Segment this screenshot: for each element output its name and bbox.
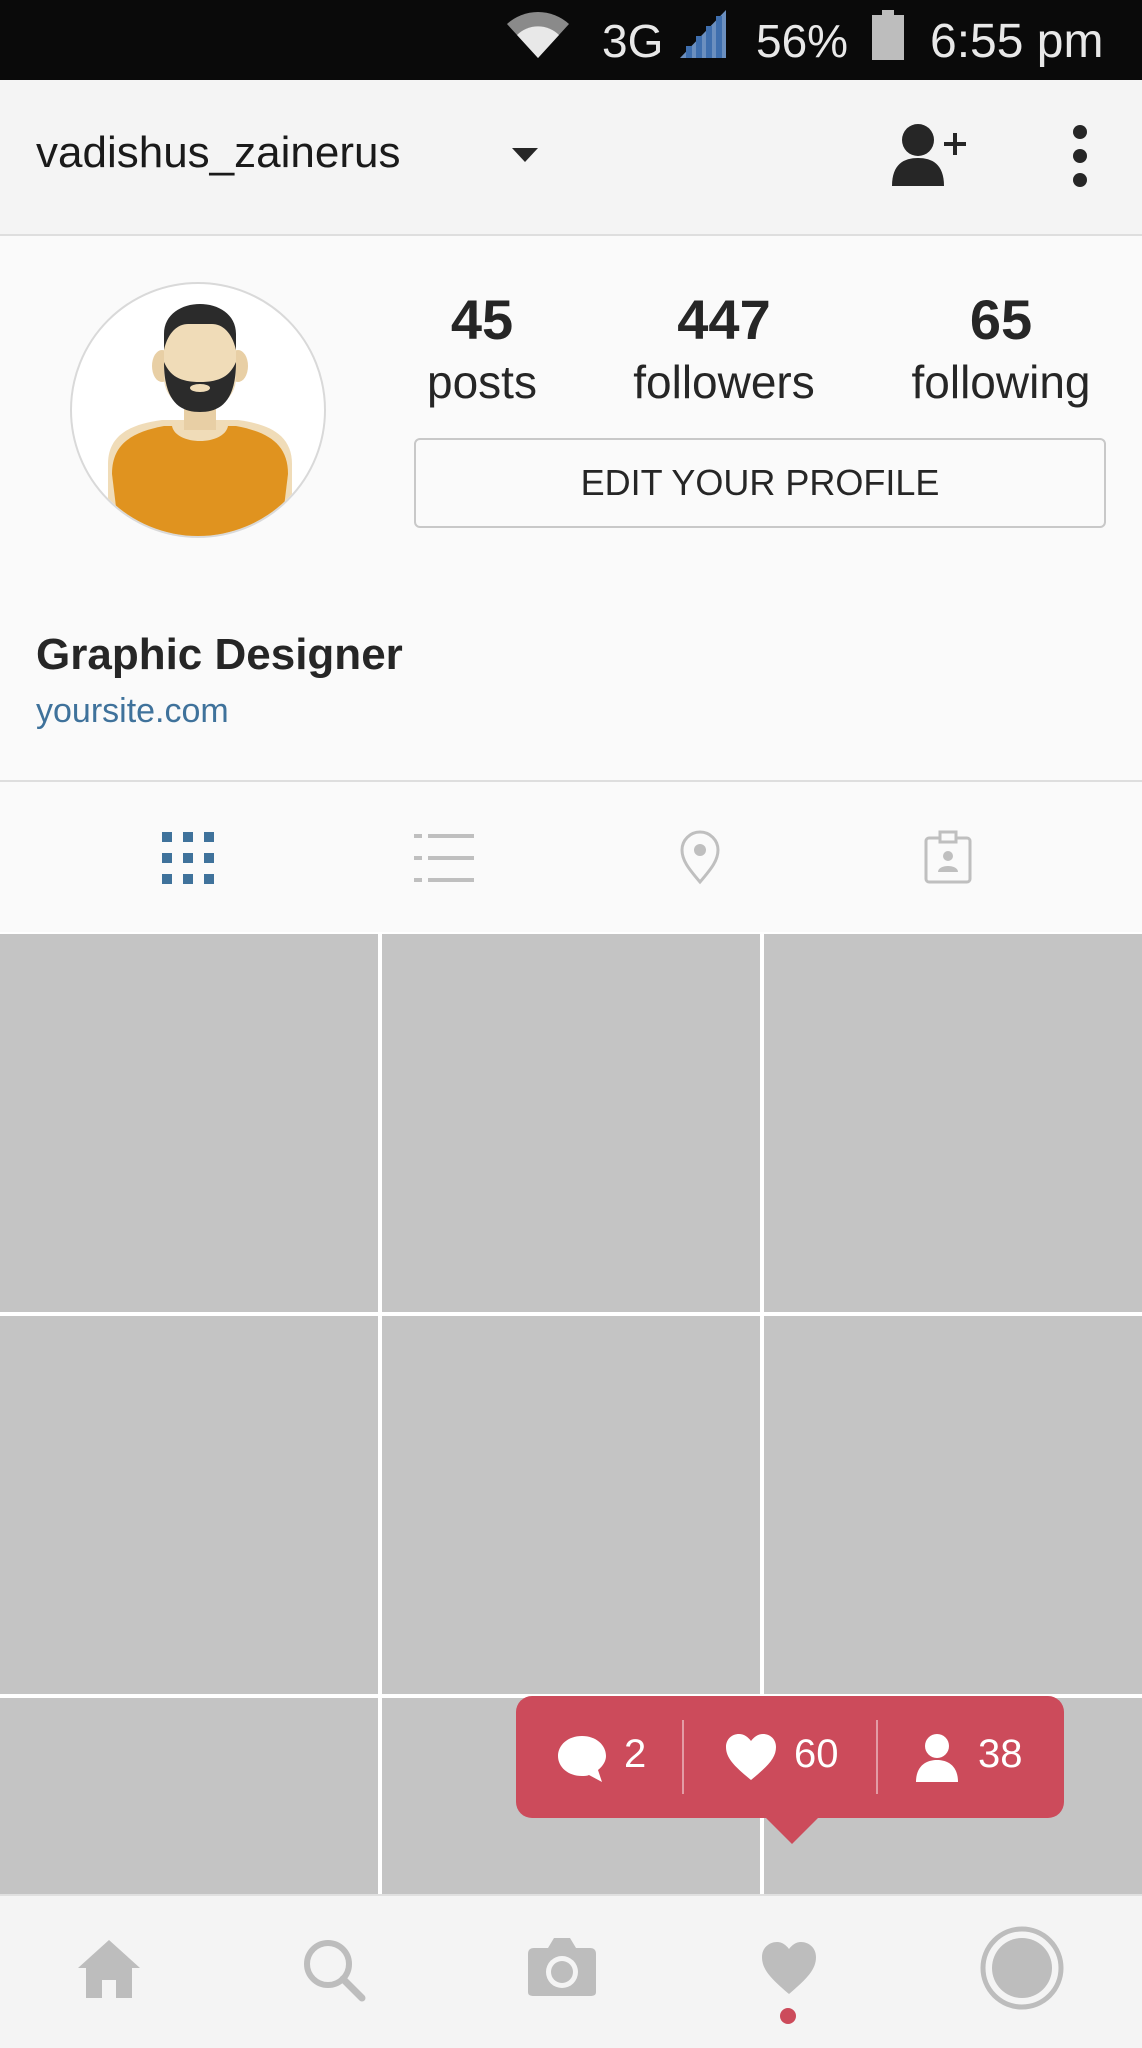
stat-following[interactable]: 65 following [896, 288, 1106, 412]
new-followers-count: 38 [978, 1732, 1023, 1776]
more-options-icon[interactable] [1060, 124, 1100, 188]
photo-thumbnail[interactable] [382, 1316, 760, 1694]
photo-thumbnail[interactable] [764, 934, 1142, 1312]
wifi-icon [507, 11, 569, 58]
location-pin-icon[interactable] [670, 830, 730, 886]
photo-thumbnail[interactable] [0, 1316, 378, 1694]
heart-icon [726, 1734, 776, 1780]
followers-label: followers [633, 356, 815, 408]
profile-header: 45 posts 447 followers 65 following EDIT… [0, 238, 1142, 782]
tagged-photos-icon[interactable] [918, 830, 978, 886]
network-type: 3G [602, 15, 664, 67]
stat-followers[interactable]: 447 followers [620, 288, 828, 412]
popup-divider [682, 1720, 684, 1794]
stat-posts[interactable]: 45 posts [410, 288, 554, 412]
photo-thumbnail[interactable] [0, 1698, 378, 1894]
account-dropdown-icon[interactable] [510, 146, 540, 164]
camera-icon[interactable] [526, 1936, 598, 1998]
activity-indicator-dot [780, 2008, 796, 2024]
battery-percent: 56% [756, 15, 849, 67]
signal-icon [680, 10, 726, 58]
edit-profile-button[interactable]: EDIT YOUR PROFILE [414, 438, 1106, 528]
avatar-illustration-icon [108, 304, 292, 536]
list-view-icon[interactable] [414, 830, 474, 886]
posts-count: 45 [450, 288, 514, 351]
bio-name: Graphic Designer [36, 630, 403, 679]
home-icon[interactable] [76, 1938, 142, 2000]
posts-label: posts [427, 356, 537, 408]
profile-top-bar: vadishus_zainerus [0, 80, 1142, 236]
followers-count: 447 [677, 288, 771, 351]
battery-icon [872, 10, 904, 60]
heart-icon[interactable] [760, 1940, 818, 1996]
search-icon[interactable] [302, 1938, 366, 2002]
avatar[interactable] [70, 282, 326, 538]
account-username[interactable]: vadishus_zainerus [36, 128, 400, 178]
photo-thumbnail[interactable] [0, 934, 378, 1312]
clock: 6:55 pm [930, 15, 1104, 68]
following-count: 65 [969, 288, 1033, 351]
following-label: following [911, 356, 1091, 408]
status-bar: 3G 56% 6:55 pm [0, 0, 1142, 80]
photo-thumbnail[interactable] [764, 1316, 1142, 1694]
activity-notification-popup[interactable]: 2 60 38 [516, 1696, 1064, 1844]
website-link[interactable]: yoursite.com [36, 692, 229, 731]
grid-view-icon[interactable] [158, 830, 218, 886]
comments-count: 2 [624, 1732, 647, 1776]
photo-thumbnail[interactable] [382, 934, 760, 1312]
add-user-icon[interactable] [892, 122, 968, 188]
bottom-navigation [0, 1894, 1142, 2048]
comment-icon [558, 1736, 606, 1782]
popup-divider [876, 1720, 878, 1794]
profile-icon[interactable] [980, 1926, 1064, 2010]
likes-count: 60 [794, 1732, 839, 1776]
follower-icon [916, 1734, 958, 1782]
profile-view-tabs [0, 784, 1142, 932]
